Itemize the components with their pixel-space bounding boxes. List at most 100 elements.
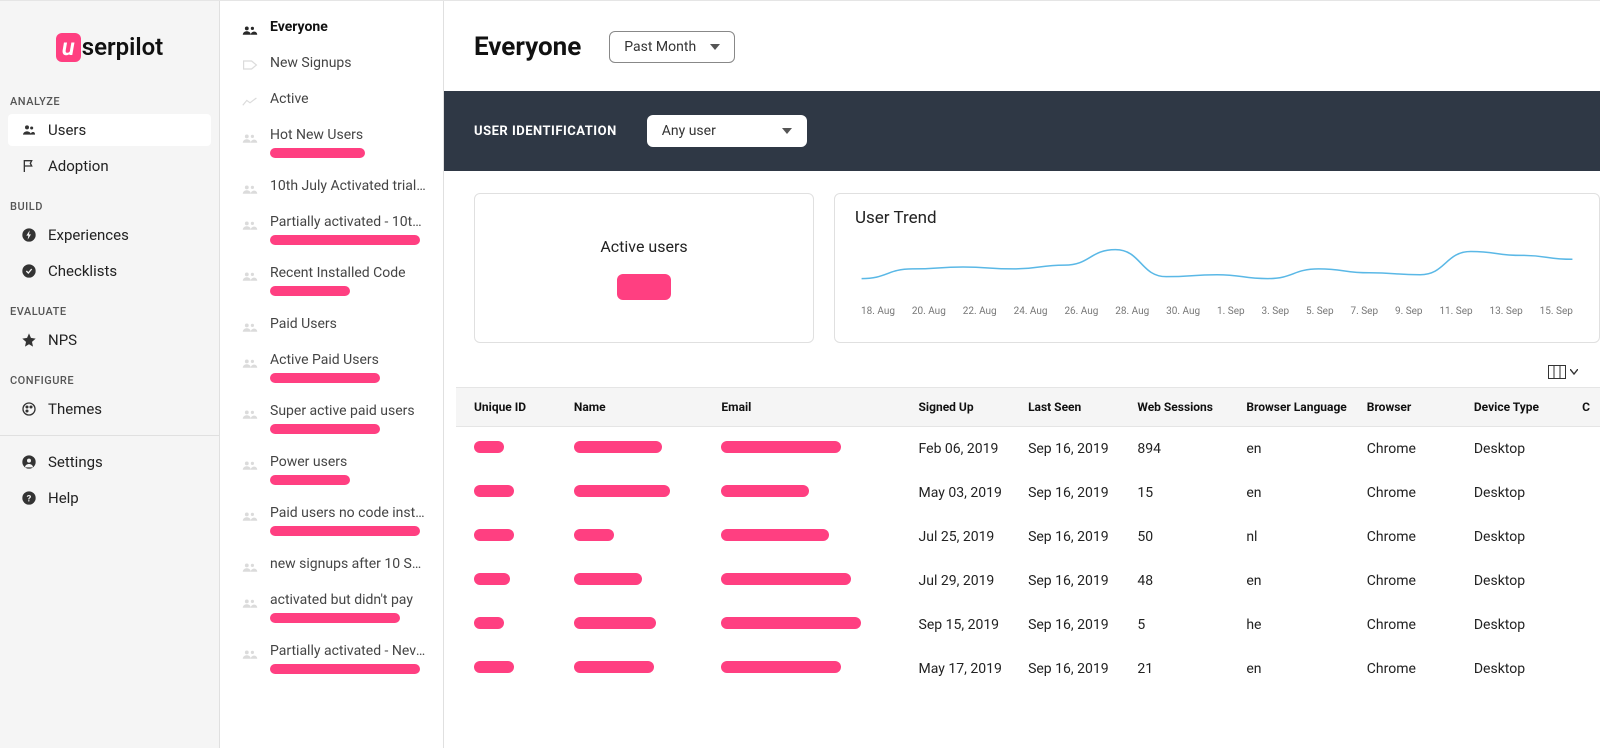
redacted-cell <box>721 441 841 453</box>
segment-item[interactable]: Partially activated - Never su... <box>220 633 443 684</box>
palette-icon <box>20 400 38 418</box>
segment-item[interactable]: Super active paid users <box>220 393 443 444</box>
redacted-cell <box>721 573 851 585</box>
redacted-bar <box>270 613 400 623</box>
segment-label: Paid users no code installed <box>270 505 427 521</box>
chevron-down-icon <box>1570 369 1578 375</box>
table-header-cell[interactable]: Signed Up <box>909 388 1019 427</box>
x-tick: 15. Sep <box>1540 306 1573 317</box>
table-header-cell[interactable]: Browser <box>1357 388 1464 427</box>
nav-section-evaluate: EVALUATE <box>0 299 219 322</box>
redacted-bar <box>270 373 380 383</box>
segment-item[interactable]: Paid Users <box>220 306 443 342</box>
browser-language-cell: en <box>1236 471 1356 515</box>
logo-text: serpilot <box>82 33 164 61</box>
segment-icon <box>242 356 258 366</box>
segment-item[interactable]: New Signups <box>220 45 443 81</box>
redacted-bar <box>270 475 350 485</box>
segment-item[interactable]: Hot New Users <box>220 117 443 168</box>
x-tick: 18. Aug <box>861 306 895 317</box>
nav-item-experiences[interactable]: Experiences <box>8 219 211 251</box>
nav-section-build: BUILD <box>0 194 219 217</box>
segment-label: Everyone <box>270 19 427 35</box>
browser-language-cell: en <box>1236 647 1356 691</box>
user-identification-dropdown[interactable]: Any user <box>647 115 807 147</box>
table-header-cell[interactable]: Web Sessions <box>1127 388 1236 427</box>
web-sessions-cell: 50 <box>1127 515 1236 559</box>
redacted-cell <box>574 617 656 629</box>
segment-label: New Signups <box>270 55 427 71</box>
table-row[interactable]: Jul 29, 2019 Sep 16, 2019 48 en Chrome D… <box>456 559 1600 603</box>
redacted-cell <box>721 617 861 629</box>
x-tick: 24. Aug <box>1014 306 1048 317</box>
main-content: Everyone Past Month USER IDENTIFICATION … <box>444 1 1600 748</box>
table-header-cell[interactable]: Unique ID <box>456 388 564 427</box>
segment-item[interactable]: Paid users no code installed <box>220 495 443 546</box>
x-tick: 30. Aug <box>1166 306 1200 317</box>
table-body: Feb 06, 2019 Sep 16, 2019 894 en Chrome … <box>456 427 1600 692</box>
table-header-cell[interactable]: Name <box>564 388 712 427</box>
user-circle-icon <box>20 453 38 471</box>
nav-item-checklists[interactable]: Checklists <box>8 255 211 287</box>
help-icon: ? <box>20 489 38 507</box>
segment-item[interactable]: Partially activated - 10th Jul... <box>220 204 443 255</box>
segment-icon <box>242 269 258 279</box>
columns-toggle[interactable] <box>1548 365 1578 379</box>
segment-item[interactable]: new signups after 10 Septe... <box>220 546 443 582</box>
segment-item[interactable]: Recent Installed Code <box>220 255 443 306</box>
redacted-cell <box>474 661 514 673</box>
user-trend-card: User Trend 18. Aug20. Aug22. Aug24. Aug2… <box>834 193 1600 343</box>
segment-item[interactable]: activated but didn't pay <box>220 582 443 633</box>
redacted-cell <box>474 573 510 585</box>
segment-label: Partially activated - 10th Jul... <box>270 214 427 230</box>
segment-icon <box>242 59 258 69</box>
nav-item-themes[interactable]: Themes <box>8 393 211 425</box>
segment-item[interactable]: Active Paid Users <box>220 342 443 393</box>
redacted-cell <box>574 661 654 673</box>
check-circle-icon <box>20 262 38 280</box>
table-header-cell[interactable]: Last Seen <box>1018 388 1127 427</box>
segment-item[interactable]: Power users <box>220 444 443 495</box>
nav-item-users[interactable]: Users <box>8 114 211 146</box>
device-type-cell: Desktop <box>1464 559 1572 603</box>
segment-label: Recent Installed Code <box>270 265 427 281</box>
web-sessions-cell: 5 <box>1127 603 1236 647</box>
nav-item-nps[interactable]: NPS <box>8 324 211 356</box>
segment-item[interactable]: 10th July Activated trialists <box>220 168 443 204</box>
table-header-cell[interactable]: Browser Language <box>1236 388 1356 427</box>
table-row[interactable]: May 03, 2019 Sep 16, 2019 15 en Chrome D… <box>456 471 1600 515</box>
table-header-cell[interactable]: C <box>1572 388 1600 427</box>
svg-text:?: ? <box>27 493 32 504</box>
redacted-bar <box>270 286 350 296</box>
nav-item-settings[interactable]: Settings <box>8 446 211 478</box>
redacted-cell <box>721 529 829 541</box>
redacted-bar <box>270 235 420 245</box>
segment-icon <box>242 407 258 417</box>
segment-item[interactable]: Active <box>220 81 443 117</box>
nav-label: NPS <box>48 331 77 349</box>
table-row[interactable]: Feb 06, 2019 Sep 16, 2019 894 en Chrome … <box>456 427 1600 472</box>
trend-line-chart <box>855 232 1579 302</box>
active-users-card: Active users <box>474 193 814 343</box>
table-row[interactable]: Jul 25, 2019 Sep 16, 2019 50 nl Chrome D… <box>456 515 1600 559</box>
table-header-cell[interactable]: Device Type <box>1464 388 1572 427</box>
signed-up-cell: May 17, 2019 <box>909 647 1019 691</box>
redacted-cell <box>721 661 841 673</box>
date-range-dropdown[interactable]: Past Month <box>609 31 735 63</box>
nav-item-help[interactable]: ? Help <box>8 482 211 514</box>
columns-icon <box>1548 365 1566 379</box>
star-icon <box>20 331 38 349</box>
nav-label: Settings <box>48 453 103 471</box>
users-table-wrap[interactable]: Unique IDNameEmailSigned UpLast SeenWeb … <box>444 387 1600 691</box>
chevron-down-icon <box>782 128 792 134</box>
nav-item-adoption[interactable]: Adoption <box>8 150 211 182</box>
redacted-cell <box>474 485 514 497</box>
table-header-cell[interactable]: Email <box>711 388 908 427</box>
table-row[interactable]: May 17, 2019 Sep 16, 2019 21 en Chrome D… <box>456 647 1600 691</box>
segment-icon <box>242 218 258 228</box>
device-type-cell: Desktop <box>1464 647 1572 691</box>
web-sessions-cell: 21 <box>1127 647 1236 691</box>
browser-cell: Chrome <box>1357 647 1464 691</box>
segment-item[interactable]: Everyone <box>220 9 443 45</box>
table-row[interactable]: Sep 15, 2019 Sep 16, 2019 5 he Chrome De… <box>456 603 1600 647</box>
